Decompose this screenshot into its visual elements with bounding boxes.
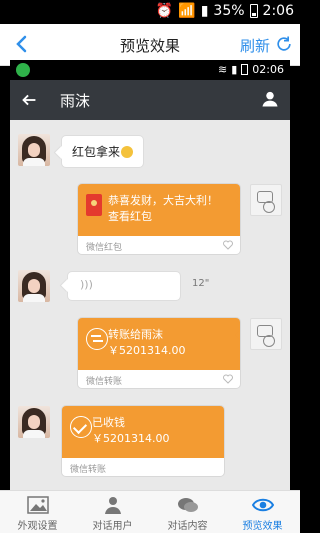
red-packet-card[interactable]: 恭喜发财，大吉大利！ 查看红包 微信红包 [78, 184, 240, 254]
transfer-footer: 微信转账 [86, 377, 123, 387]
bottom-tab-bar: 外观设置 对话用户 对话内容 预览效果 [0, 490, 300, 533]
received-amount: ￥5201314.00 [92, 432, 170, 445]
red-packet-footer: 微信红包 [86, 243, 123, 253]
eye-icon [251, 498, 274, 512]
wifi-icon: ≋ [218, 63, 228, 76]
chat-icon [177, 498, 198, 512]
tab-appearance-settings[interactable]: 外观设置 [0, 491, 75, 533]
avatar [18, 270, 50, 302]
message-bubble: 红包拿来 [62, 136, 144, 167]
voice-duration: 12" [192, 278, 210, 289]
signal-icon: ▮ [231, 63, 238, 76]
avatar [18, 134, 50, 166]
battery-icon [249, 4, 258, 18]
tab-label: 外观设置 [17, 521, 58, 532]
tab-preview[interactable]: 预览效果 [225, 491, 300, 533]
message-list: 红包拿来 恭喜发财，大吉大利！ 查看红包 微信红包))) 12" 转账给雨沫 … [10, 120, 290, 490]
smile-emoji-icon [121, 146, 134, 158]
message-text: 红包拿来 [72, 145, 121, 159]
preview-time: 02:06 [252, 63, 284, 76]
received-title: 已收钱 [92, 416, 125, 429]
received-card[interactable]: 已收钱 ￥5201314.00 微信转账 [62, 406, 224, 476]
tab-label: 对话用户 [92, 521, 133, 532]
transfer-card[interactable]: 转账给雨沫 ￥5201314.00 微信转账 [78, 318, 240, 388]
preview-status-bar: ≋ ▮ 02:06 [10, 60, 290, 80]
tab-chat-users[interactable]: 对话用户 [75, 491, 150, 533]
avatar [18, 406, 50, 438]
status-time: 2:06 [262, 3, 294, 19]
tab-chat-content[interactable]: 对话内容 [150, 491, 225, 533]
voice-message-bubble[interactable]: ))) [68, 272, 180, 300]
chat-contact-name: 雨沫 [60, 92, 91, 110]
battery-percent: 35% [213, 3, 245, 19]
voice-wave-icon: ))) [80, 278, 93, 291]
chat-header: 雨沫 [10, 80, 290, 120]
wechat-icon [16, 63, 30, 77]
image-icon [26, 496, 49, 514]
person-icon[interactable] [260, 89, 280, 109]
transfer-amount: ￥5201314.00 [108, 344, 186, 357]
heart-icon [223, 240, 233, 250]
red-packet-icon [86, 194, 102, 216]
tab-label: 对话内容 [167, 521, 208, 532]
transfer-title: 转账给雨沫 [108, 328, 163, 341]
user-icon [104, 497, 121, 514]
preview-status-icons: ≋ ▮ 02:06 [218, 63, 284, 76]
red-packet-action: 查看红包 [108, 210, 152, 223]
received-footer: 微信转账 [70, 465, 107, 475]
transfer-icon [86, 328, 108, 350]
status-bar: ⏰ 📶 ▮ 35% 2:06 [0, 0, 300, 24]
avatar [250, 318, 282, 350]
battery-icon [241, 64, 249, 75]
refresh-icon[interactable] [274, 34, 294, 54]
avatar [250, 184, 282, 216]
arrow-left-icon[interactable] [18, 89, 40, 111]
check-icon [70, 416, 92, 438]
heart-icon [223, 374, 233, 384]
alarm-icon: ⏰ [155, 3, 174, 19]
tab-label: 预览效果 [242, 521, 283, 532]
refresh-button[interactable]: 刷新 [240, 35, 270, 56]
signal-icon: ▮ [200, 3, 209, 19]
status-icons: ⏰ 📶 ▮ 35% 2:06 [156, 3, 294, 19]
wifi-icon: 📶 [178, 3, 196, 19]
chat-preview: ≋ ▮ 02:06 雨沫 红包拿来 恭喜发财，大吉大利！ 查看红包 微信红包)… [10, 60, 290, 490]
red-packet-greeting: 恭喜发财，大吉大利！ [108, 194, 218, 207]
